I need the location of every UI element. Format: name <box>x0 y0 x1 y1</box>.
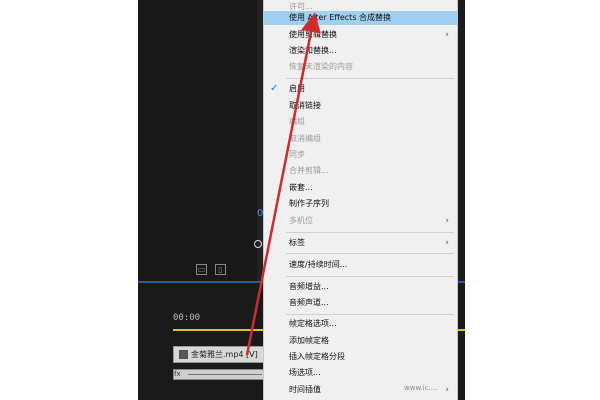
menu-item-replace-with-ae-comp[interactable]: 使用 After Effects 合成替换 <box>264 11 457 25</box>
folder-icon[interactable]: ▭ <box>196 263 207 275</box>
menu-item-label: 恢复未渲染的内容 <box>289 62 353 71</box>
menu-item-label: 速度/持续时间... <box>289 260 348 269</box>
menu-item-insert-frame-hold-segment[interactable]: 插入帧定格分段 <box>264 350 457 364</box>
menu-item-merge-clips[interactable]: 合并剪辑... <box>264 164 457 178</box>
menu-item-label: 音频声道... <box>289 298 329 307</box>
menu-item-label: 多机位 <box>289 216 313 225</box>
menu-item-audio-channels[interactable]: 音频声道... <box>264 296 457 310</box>
menu-item-label: 添加帧定格 <box>289 336 329 345</box>
menu-divider <box>286 78 454 79</box>
scrubber-knob[interactable] <box>254 240 262 248</box>
menu-item-label: 插入帧定格分段 <box>289 352 345 361</box>
menu-item-render-and-replace[interactable]: 渲染和替换... <box>264 44 457 58</box>
audio-clip[interactable]: fx <box>173 369 265 380</box>
menu-item-label: 标签 <box>289 238 305 247</box>
menu-item-label: 时间插值 <box>289 385 321 394</box>
menu-divider <box>286 253 454 254</box>
menu-item-label-color[interactable]: 标签 › <box>264 236 457 250</box>
menu-item-add-frame-hold[interactable]: 添加帧定格 <box>264 334 457 348</box>
menu-divider <box>286 232 454 233</box>
menu-item-nest[interactable]: 嵌套... <box>264 181 457 195</box>
menu-item-label: 取消链接 <box>289 101 321 110</box>
menu-item-label: 帧定格选项... <box>289 319 337 328</box>
menu-item-label: 使用剪辑替换 <box>289 30 337 39</box>
menu-item-group[interactable]: 编组 <box>264 115 457 129</box>
trash-icon[interactable]: ▯ <box>215 263 226 275</box>
menu-item-speed-duration[interactable]: 速度/持续时间... <box>264 258 457 272</box>
menu-item-label: 编组 <box>289 117 305 126</box>
menu-item-audio-gain[interactable]: 音频增益... <box>264 280 457 294</box>
chevron-right-icon: › <box>445 238 449 248</box>
timeline-timecode: 00:00 <box>173 313 201 323</box>
menu-item-synchronize[interactable]: 同步 <box>264 148 457 162</box>
menu-item-frame-hold-options[interactable]: 帧定格选项... <box>264 317 457 331</box>
menu-item-label: 启用 <box>289 84 305 93</box>
menu-item-label: 合并剪辑... <box>289 166 329 175</box>
chevron-right-icon: › <box>445 30 449 40</box>
audio-fx-icon: fx <box>174 370 181 378</box>
menu-item-field-options[interactable]: 场选项... <box>264 366 457 380</box>
checkmark-icon: ✓ <box>270 83 279 94</box>
project-panel <box>138 0 257 281</box>
menu-item-multicamera[interactable]: 多机位 › <box>264 214 457 228</box>
menu-item-make-subsequence[interactable]: 制作子序列 <box>264 197 457 211</box>
audio-waveform <box>188 374 262 375</box>
menu-item-label: 音频增益... <box>289 282 329 291</box>
menu-item-label: 场选项... <box>289 368 321 377</box>
chevron-right-icon: › <box>445 216 449 226</box>
menu-item-label: 取消编组 <box>289 134 321 143</box>
context-menu: 许可... 使用 After Effects 合成替换 使用剪辑替换 › 渲染和… <box>263 0 458 400</box>
menu-divider <box>286 276 454 277</box>
fx-icon <box>179 350 188 359</box>
menu-item-label: 使用 After Effects 合成替换 <box>289 13 392 22</box>
watermark: www.ic.... <box>404 384 438 392</box>
bin-toolbar: ▭ ▯ <box>196 263 236 275</box>
menu-item-restore-unrendered[interactable]: 恢复未渲染的内容 <box>264 60 457 74</box>
video-clip[interactable]: 金菊雅兰.mp4 [V] <box>173 346 265 363</box>
menu-item-label: 嵌套... <box>289 183 313 192</box>
menu-item-replace-with-clip[interactable]: 使用剪辑替换 › <box>264 28 457 42</box>
menu-item-label: 制作子序列 <box>289 199 329 208</box>
menu-item-unlink[interactable]: 取消链接 <box>264 99 457 113</box>
menu-item-ungroup[interactable]: 取消编组 <box>264 132 457 146</box>
menu-item-enable[interactable]: ✓ 启用 <box>264 82 457 96</box>
menu-item-label: 渲染和替换... <box>289 46 337 55</box>
chevron-right-icon: › <box>445 385 449 395</box>
menu-item-label: 同步 <box>289 150 305 159</box>
menu-divider <box>286 314 454 315</box>
clip-label: 金菊雅兰.mp4 [V] <box>191 350 258 359</box>
